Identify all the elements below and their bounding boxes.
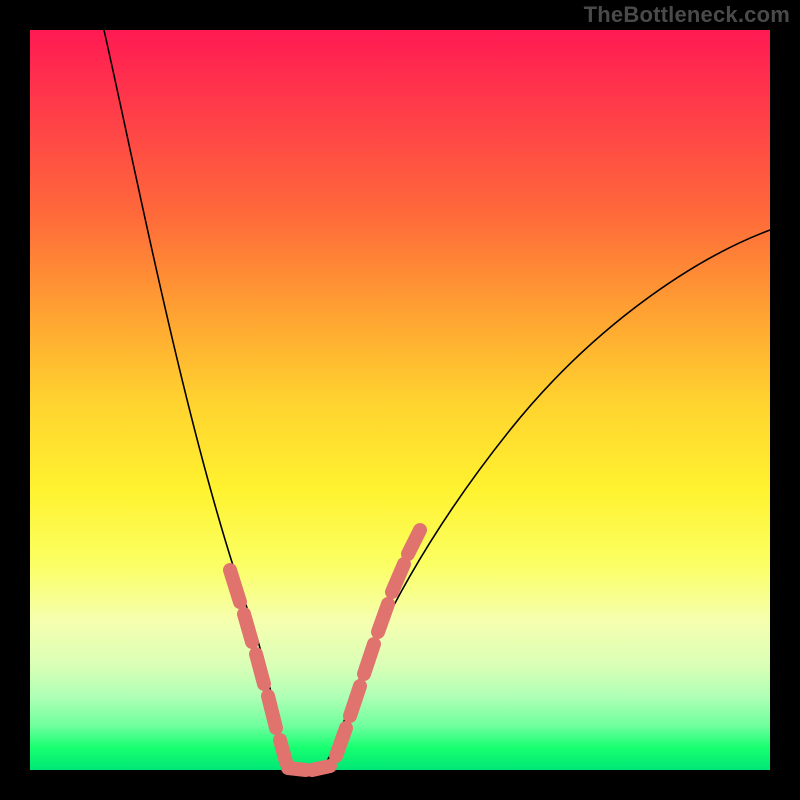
highlight-valley-floor xyxy=(288,766,330,770)
highlight-left-descent xyxy=(230,570,286,762)
plot-area xyxy=(30,30,770,770)
highlight-right-ascent xyxy=(336,530,420,756)
curve-svg xyxy=(30,30,770,770)
bottleneck-curve xyxy=(104,30,770,770)
watermark-text: TheBottleneck.com xyxy=(584,2,790,28)
chart-frame: TheBottleneck.com xyxy=(0,0,800,800)
